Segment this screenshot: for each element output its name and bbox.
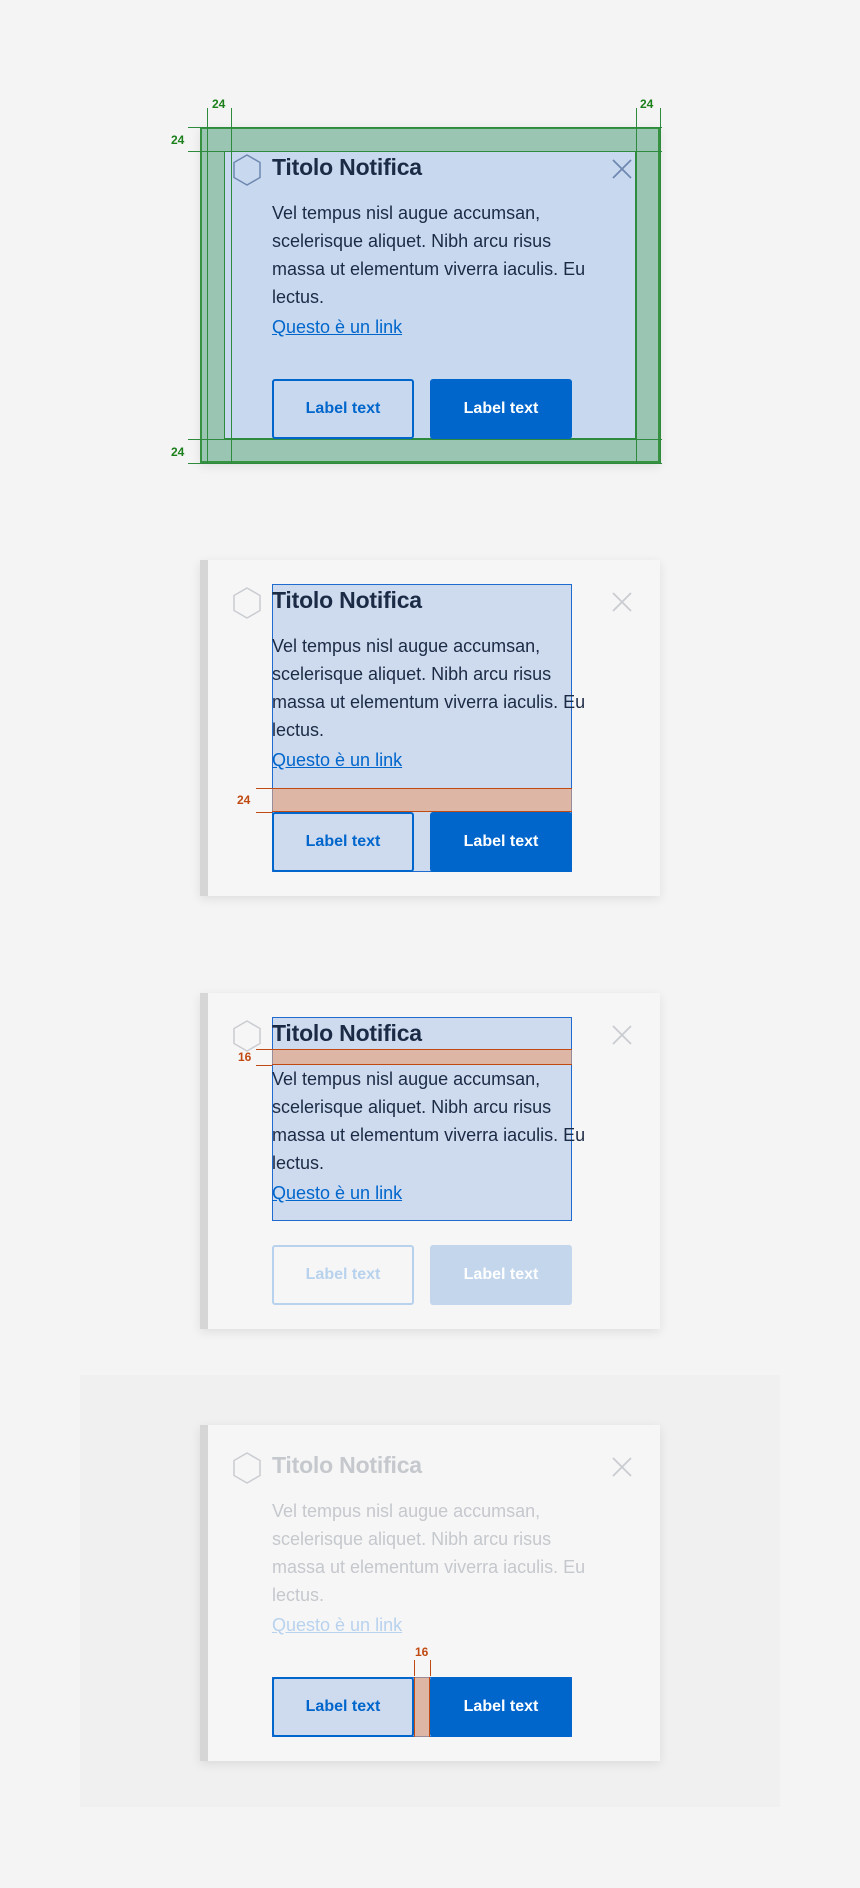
annotation-padding-top: 24	[171, 133, 185, 147]
gap-highlight	[414, 1677, 430, 1737]
guide-line	[660, 108, 661, 464]
guide-line	[188, 127, 662, 128]
annotation-link-gap: 24	[237, 793, 251, 807]
padding-right-area	[636, 151, 660, 439]
notification-title: Titolo Notifica	[272, 1020, 422, 1046]
guide-line	[256, 1065, 272, 1066]
notification-link[interactable]: Questo è un link	[272, 1615, 402, 1636]
primary-button[interactable]: Label text	[430, 379, 572, 439]
annotation-padding-right: 24	[640, 97, 654, 111]
guide-line	[636, 108, 637, 464]
notification-card-title-gap: Titolo Notifica Vel tempus nisl augue ac…	[200, 993, 660, 1329]
notification-title: Titolo Notifica	[272, 587, 422, 613]
secondary-button[interactable]: Label text	[272, 1245, 414, 1305]
padding-top-area	[200, 127, 660, 151]
notification-body: Vel tempus nisl augue accumsan, sceleris…	[272, 1501, 586, 1605]
padding-bottom-area	[200, 439, 660, 463]
notification-card-link-gap: Titolo Notifica Vel tempus nisl augue ac…	[200, 560, 660, 896]
notification-link[interactable]: Questo è un link	[272, 317, 402, 338]
close-icon[interactable]	[610, 1023, 634, 1047]
accent-bar	[200, 1425, 208, 1761]
accent-bar	[200, 560, 208, 896]
secondary-button[interactable]: Label text	[272, 1677, 414, 1737]
notification-body: Vel tempus nisl augue accumsan, sceleris…	[272, 1069, 586, 1173]
hexagon-icon	[233, 1452, 261, 1484]
close-icon[interactable]	[610, 157, 634, 181]
annotation-padding-left: 24	[212, 97, 226, 111]
gap-highlight	[272, 788, 572, 812]
notification-link[interactable]: Questo è un link	[272, 750, 402, 771]
accent-bar	[200, 993, 208, 1329]
guide-line	[414, 1660, 415, 1676]
hexagon-icon	[233, 587, 261, 619]
guide-line	[231, 108, 232, 464]
notification-card-button-gap: Titolo Notifica Vel tempus nisl augue ac…	[200, 1425, 660, 1761]
notification-card-padding: Titolo Notifica Vel tempus nisl augue ac…	[200, 127, 660, 463]
secondary-button[interactable]: Label text	[272, 812, 414, 872]
close-icon[interactable]	[610, 590, 634, 614]
hexagon-icon	[233, 154, 261, 186]
annotation-title-gap: 16	[238, 1050, 252, 1064]
guide-line	[256, 788, 272, 789]
notification-title: Titolo Notifica	[272, 154, 422, 180]
annotation-padding-bottom: 24	[171, 445, 185, 459]
hexagon-icon	[233, 1020, 261, 1052]
gap-highlight	[272, 1049, 572, 1065]
guide-line	[430, 1660, 431, 1676]
notification-body: Vel tempus nisl augue accumsan, sceleris…	[272, 203, 586, 307]
close-icon[interactable]	[610, 1455, 634, 1479]
primary-button[interactable]: Label text	[430, 1677, 572, 1737]
notification-body: Vel tempus nisl augue accumsan, sceleris…	[272, 636, 586, 740]
secondary-button[interactable]: Label text	[272, 379, 414, 439]
notification-title: Titolo Notifica	[272, 1452, 422, 1478]
guide-line	[188, 151, 662, 152]
annotation-button-gap: 16	[415, 1645, 429, 1659]
guide-line	[256, 812, 272, 813]
notification-link[interactable]: Questo è un link	[272, 1183, 402, 1204]
guide-line	[256, 1049, 272, 1050]
padding-left-area	[200, 151, 224, 439]
guide-line	[207, 108, 208, 464]
primary-button[interactable]: Label text	[430, 1245, 572, 1305]
guide-line	[188, 439, 662, 440]
primary-button[interactable]: Label text	[430, 812, 572, 872]
guide-line	[188, 463, 662, 464]
